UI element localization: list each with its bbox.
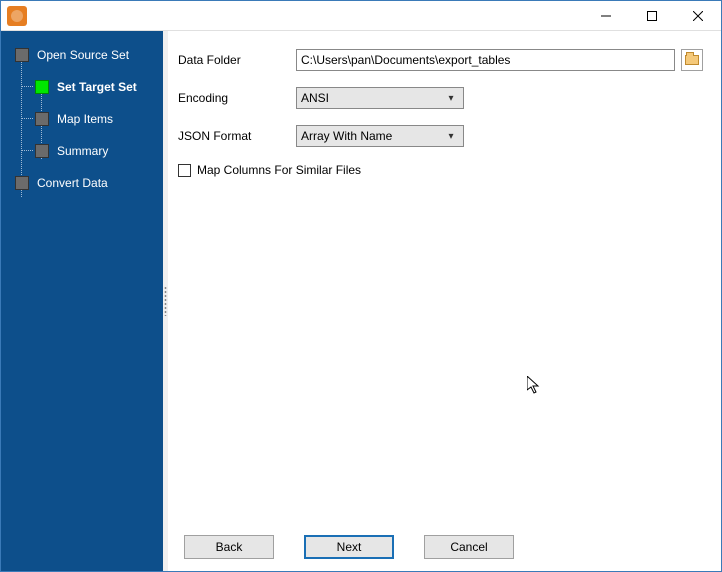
step-label: Set Target Set <box>57 80 137 94</box>
close-button[interactable] <box>675 1 721 31</box>
wizard-step-map-items[interactable]: Map Items <box>1 107 163 131</box>
map-columns-label: Map Columns For Similar Files <box>197 163 361 177</box>
encoding-value: ANSI <box>301 91 443 105</box>
json-format-label: JSON Format <box>178 129 296 143</box>
step-label: Summary <box>57 144 108 158</box>
folder-icon <box>685 55 699 65</box>
cancel-button[interactable]: Cancel <box>424 535 514 559</box>
wizard-sidebar: Open Source Set Set Target Set Map Items… <box>1 31 163 571</box>
chevron-down-icon: ▾ <box>443 93 459 104</box>
main-panel: Data Folder Encoding ANSI ▾ JSON Format … <box>168 31 721 571</box>
maximize-icon <box>647 11 657 21</box>
step-label: Open Source Set <box>37 48 129 62</box>
step-label: Map Items <box>57 112 113 126</box>
step-box-icon <box>35 112 49 126</box>
wizard-button-bar: Back Next Cancel <box>168 523 721 571</box>
app-icon <box>7 6 27 26</box>
browse-folder-button[interactable] <box>681 49 703 71</box>
step-box-icon <box>15 48 29 62</box>
maximize-button[interactable] <box>629 1 675 31</box>
data-folder-label: Data Folder <box>178 53 296 67</box>
encoding-label: Encoding <box>178 91 296 105</box>
chevron-down-icon: ▾ <box>443 131 459 142</box>
back-button[interactable]: Back <box>184 535 274 559</box>
encoding-select[interactable]: ANSI ▾ <box>296 87 464 109</box>
step-label: Convert Data <box>37 176 108 190</box>
data-folder-input[interactable] <box>296 49 675 71</box>
back-button-label: Back <box>216 540 243 554</box>
wizard-step-summary[interactable]: Summary <box>1 139 163 163</box>
wizard-step-convert-data[interactable]: Convert Data <box>1 171 163 195</box>
map-columns-checkbox[interactable] <box>178 164 191 177</box>
wizard-step-open-source[interactable]: Open Source Set <box>1 43 163 67</box>
step-box-icon <box>35 80 49 94</box>
minimize-button[interactable] <box>583 1 629 31</box>
next-button-label: Next <box>337 540 362 554</box>
json-format-value: Array With Name <box>301 129 443 143</box>
close-icon <box>693 11 703 21</box>
minimize-icon <box>601 11 611 21</box>
title-bar <box>1 1 721 31</box>
splitter-handle[interactable] <box>163 31 168 571</box>
step-box-icon <box>35 144 49 158</box>
wizard-step-set-target[interactable]: Set Target Set <box>1 75 163 99</box>
next-button[interactable]: Next <box>304 535 394 559</box>
cancel-button-label: Cancel <box>450 540 487 554</box>
json-format-select[interactable]: Array With Name ▾ <box>296 125 464 147</box>
step-box-icon <box>15 176 29 190</box>
map-columns-row: Map Columns For Similar Files <box>178 163 703 177</box>
